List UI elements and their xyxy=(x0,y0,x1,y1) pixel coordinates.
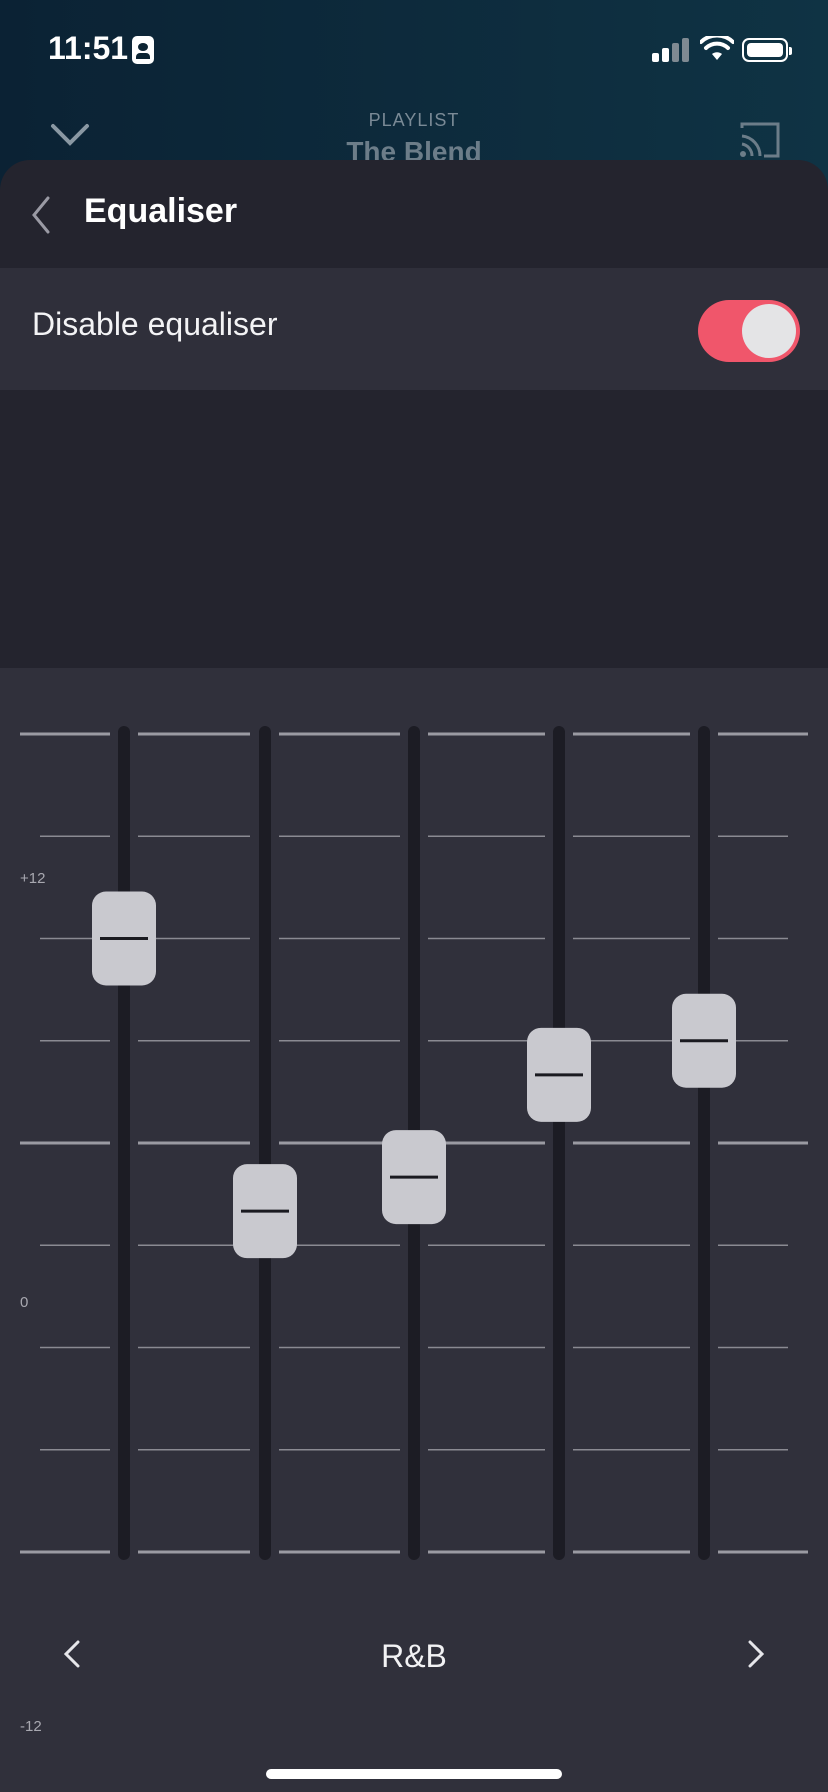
id-card-icon xyxy=(132,36,154,64)
preset-name: R&B xyxy=(381,1638,447,1674)
sheet-header: Equaliser xyxy=(0,160,828,268)
eq-slider-knob[interactable] xyxy=(233,1164,297,1259)
cellular-signal-icon xyxy=(652,38,692,62)
eq-track xyxy=(553,726,565,1560)
battery-icon xyxy=(742,38,792,62)
toggle-label: Disable equaliser xyxy=(32,306,278,342)
toggle-knob xyxy=(742,304,796,358)
equalizer-graph xyxy=(20,726,808,1560)
disable-equaliser-row: Disable equaliser xyxy=(0,268,828,390)
eq-track xyxy=(698,726,710,1560)
wifi-icon xyxy=(700,36,734,60)
equalizer-panel: +12 0 -12 R&B xyxy=(0,668,828,1792)
eq-track xyxy=(259,726,271,1560)
equaliser-sheet: Equaliser Disable equaliser +12 0 -12 R&… xyxy=(0,160,828,1792)
preset-next-chevron-icon[interactable] xyxy=(740,1634,770,1674)
home-indicator xyxy=(266,1769,562,1779)
playlist-subtitle: PLAYLIST xyxy=(368,110,460,130)
eq-slider-knob[interactable] xyxy=(672,993,736,1088)
eq-slider-knob[interactable] xyxy=(527,1027,591,1122)
eq-track xyxy=(118,726,130,1560)
page-title: Equaliser xyxy=(84,192,238,230)
cast-icon[interactable] xyxy=(738,120,782,160)
eq-slider-knob[interactable] xyxy=(92,891,156,986)
status-time: 11:51 xyxy=(48,30,129,66)
disable-equaliser-toggle[interactable] xyxy=(698,300,800,362)
back-chevron-icon[interactable] xyxy=(26,190,56,240)
eq-slider-knob[interactable] xyxy=(382,1130,446,1225)
